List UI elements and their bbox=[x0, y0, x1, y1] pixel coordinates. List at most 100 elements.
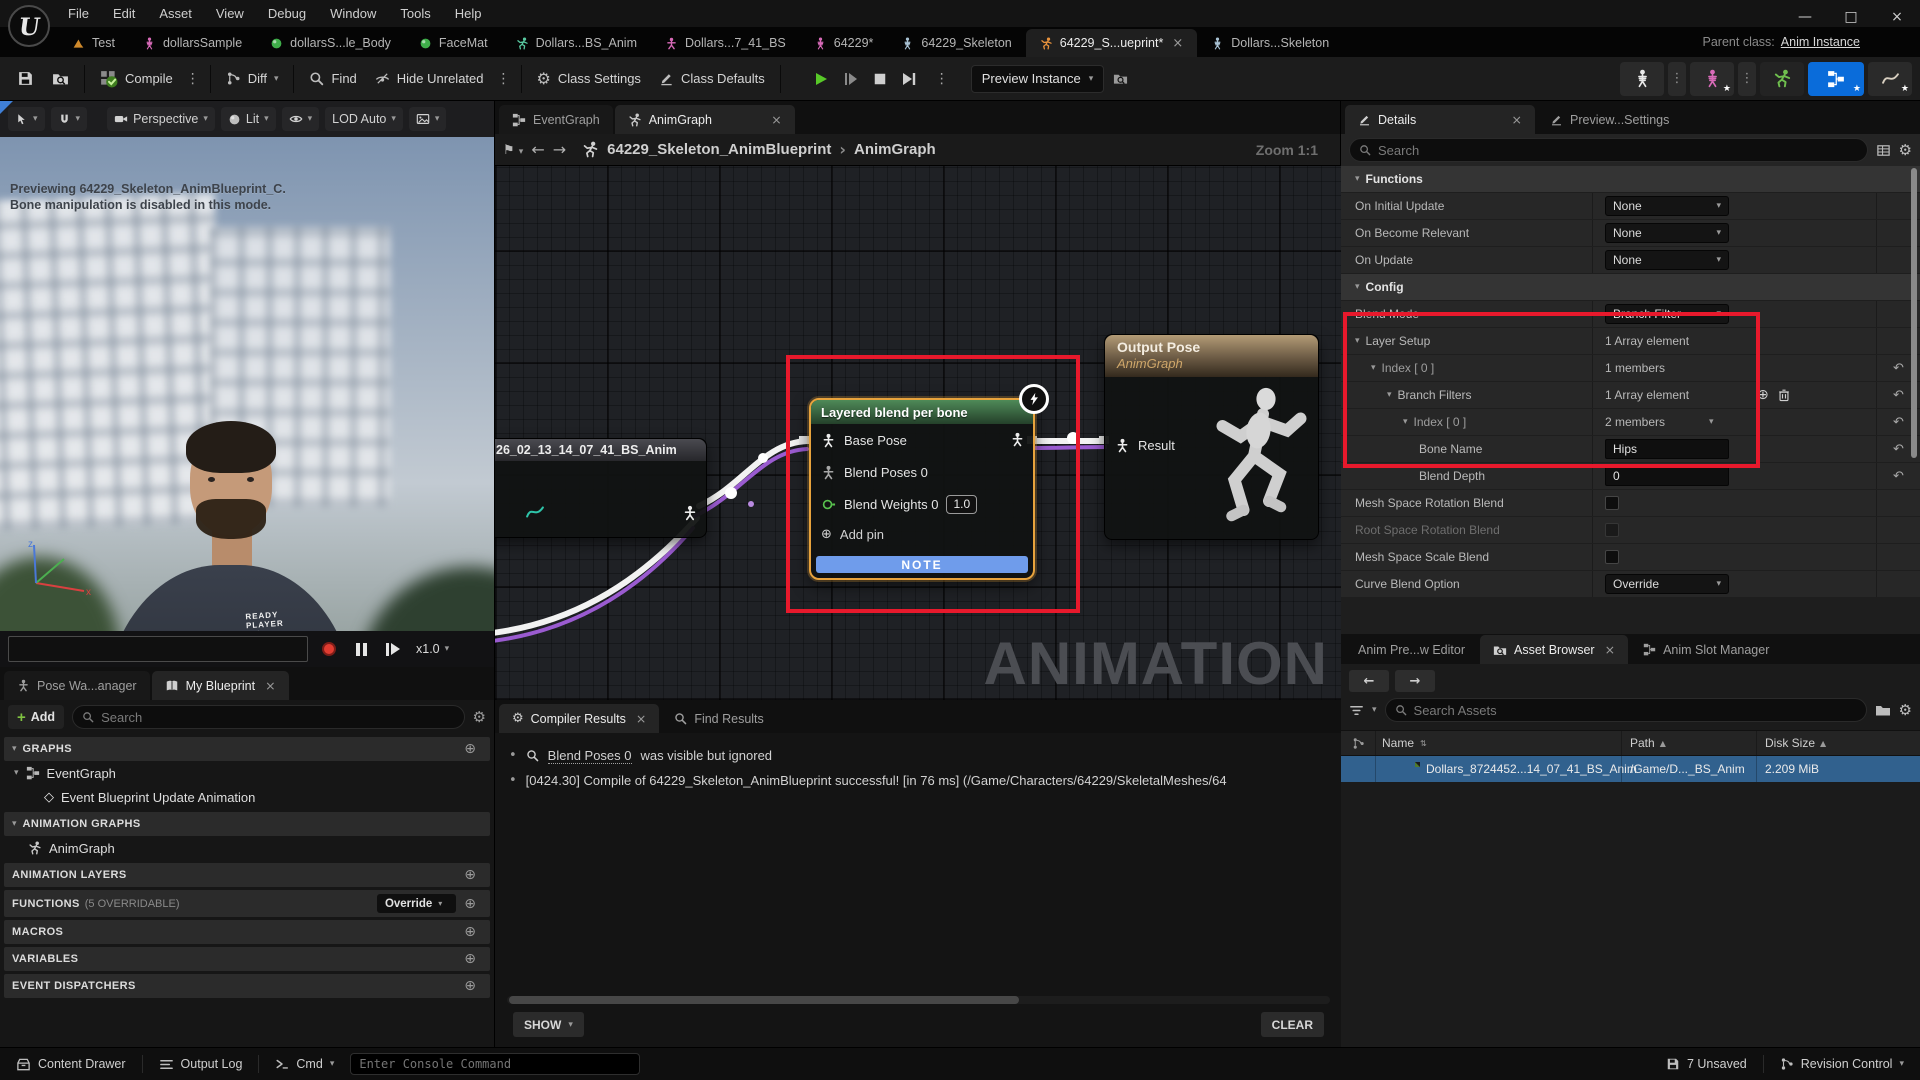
tab-preview-settings[interactable]: Preview...Settings bbox=[1537, 105, 1682, 134]
blend-weight-input-pin[interactable] bbox=[821, 497, 836, 512]
close-icon[interactable]: × bbox=[1172, 36, 1183, 51]
play-button[interactable] bbox=[813, 71, 829, 87]
tab-find-results[interactable]: Find Results bbox=[661, 704, 776, 733]
simulation-options-button[interactable]: ⋮ bbox=[931, 71, 953, 87]
tab-asset-browser[interactable]: Asset Browser × bbox=[1480, 635, 1628, 664]
tab-dollars-7-41-bs[interactable]: Dollars...7_41_BS bbox=[651, 29, 800, 57]
tab-eventgraph[interactable]: EventGraph bbox=[499, 105, 613, 134]
revision-control-button[interactable]: Revision Control ▾ bbox=[1774, 1057, 1910, 1071]
skeleton-shortcut-button[interactable] bbox=[1620, 62, 1664, 96]
display-mode-icon[interactable] bbox=[1876, 143, 1891, 158]
tab-details[interactable]: Details × bbox=[1345, 105, 1535, 134]
gear-icon[interactable]: ⚙ bbox=[473, 708, 486, 726]
section-animation-layers[interactable]: ANIMATION LAYERS ⊕ bbox=[4, 863, 490, 887]
camera-mode-dropdown[interactable]: Perspective ▾ bbox=[107, 107, 215, 131]
tab-test[interactable]: Test bbox=[58, 29, 129, 57]
section-event-dispatchers[interactable]: EVENT DISPATCHERS ⊕ bbox=[4, 974, 490, 998]
vertical-scrollbar[interactable] bbox=[1911, 168, 1917, 458]
viewport-tool-select-button[interactable]: ▾ bbox=[8, 107, 45, 131]
add-macro-button[interactable]: ⊕ bbox=[464, 924, 476, 940]
bookmark-dropdown[interactable]: ⚑ ▾ bbox=[503, 142, 523, 158]
cmd-dropdown[interactable]: Cmd ▾ bbox=[269, 1057, 340, 1071]
hide-unrelated-button[interactable]: Hide Unrelated bbox=[366, 63, 493, 95]
viewport-scene[interactable]: READY PLAYER ME Previewing 64229_Skeleto… bbox=[0, 137, 494, 631]
blend-mode-dropdown[interactable]: Branch Filter▾ bbox=[1605, 304, 1729, 324]
on-update-dropdown[interactable]: None▾ bbox=[1605, 250, 1729, 270]
node-output-pose[interactable]: Output Pose AnimGraph Result bbox=[1104, 334, 1319, 540]
gear-icon[interactable]: ⚙ bbox=[1899, 141, 1912, 159]
class-defaults-button[interactable]: Class Defaults bbox=[650, 63, 774, 95]
maximize-button[interactable]: □ bbox=[1828, 0, 1874, 34]
unsaved-assets-button[interactable]: 7 Unsaved bbox=[1660, 1057, 1753, 1071]
node-anim-sequence-player[interactable]: 26_02_13_14_07_41_BS_Anim bbox=[495, 438, 707, 538]
menu-view[interactable]: View bbox=[206, 0, 254, 27]
tab-64229[interactable]: 64229* bbox=[800, 29, 888, 57]
add-function-button[interactable]: ⊕ bbox=[464, 896, 476, 912]
animation-shortcut-button[interactable] bbox=[1760, 62, 1804, 96]
message-link[interactable]: Blend Poses 0 bbox=[548, 748, 632, 764]
console-command-input[interactable] bbox=[350, 1053, 640, 1075]
item-eventgraph[interactable]: ▾ EventGraph bbox=[0, 761, 494, 785]
browser-forward-button[interactable]: → bbox=[1395, 670, 1435, 692]
tab-compiler-results[interactable]: ⚙ Compiler Results × bbox=[499, 704, 659, 733]
close-icon[interactable]: × bbox=[636, 711, 646, 726]
close-button[interactable]: × bbox=[1874, 0, 1920, 34]
record-button[interactable] bbox=[318, 638, 340, 660]
tab-64229-skeleton[interactable]: 64229_Skeleton bbox=[887, 29, 1025, 57]
viewport-snap-button[interactable]: ▾ bbox=[51, 107, 88, 131]
save-button[interactable] bbox=[8, 63, 43, 95]
tab-dollars-body[interactable]: dollarsS...le_Body bbox=[256, 29, 405, 57]
tab-pose-watch-manager[interactable]: Pose Wa...anager bbox=[4, 671, 150, 700]
output-log-button[interactable]: Output Log bbox=[153, 1057, 249, 1072]
add-button[interactable]: +Add bbox=[8, 705, 64, 729]
section-macros[interactable]: MACROS ⊕ bbox=[4, 920, 490, 944]
menu-help[interactable]: Help bbox=[445, 0, 492, 27]
compile-options-button[interactable]: ⋮ bbox=[182, 71, 204, 87]
pose-watch-badge[interactable] bbox=[1019, 384, 1049, 414]
tab-dollars-bs-anim[interactable]: Dollars...BS_Anim bbox=[502, 29, 651, 57]
section-variables[interactable]: VARIABLES ⊕ bbox=[4, 947, 490, 971]
filter-icon[interactable] bbox=[1349, 703, 1364, 718]
pause-button[interactable] bbox=[350, 638, 372, 660]
node-layered-blend-per-bone[interactable]: Layered blend per bone Base Pose Blend P… bbox=[809, 398, 1035, 580]
content-drawer-button[interactable]: Content Drawer bbox=[10, 1057, 132, 1072]
column-name[interactable]: Name⇅ bbox=[1375, 731, 1621, 755]
item-event-blueprint-update-animation[interactable]: ◇ Event Blueprint Update Animation bbox=[0, 785, 494, 809]
breadcrumb-root[interactable]: 64229_Skeleton_AnimBlueprint bbox=[607, 141, 831, 158]
diff-button[interactable]: Diff ▾ bbox=[217, 63, 288, 95]
step-frame-button[interactable] bbox=[382, 638, 404, 660]
menu-file[interactable]: File bbox=[58, 0, 99, 27]
chevron-down-icon[interactable]: ▾ bbox=[1709, 417, 1714, 427]
anim-blueprint-shortcut-button[interactable]: ★ bbox=[1808, 62, 1864, 96]
find-button[interactable]: Find bbox=[300, 63, 365, 95]
section-graphs[interactable]: ▾ GRAPHS ⊕ bbox=[4, 737, 490, 761]
close-icon[interactable]: × bbox=[771, 112, 781, 127]
hide-unrelated-options-button[interactable]: ⋮ bbox=[493, 71, 515, 87]
add-pin-button[interactable]: ⊕ Add pin bbox=[811, 520, 1033, 548]
skeleton-options-button[interactable]: ⋮ bbox=[1668, 62, 1686, 96]
on-become-relevant-dropdown[interactable]: None▾ bbox=[1605, 223, 1729, 243]
add-animation-layer-button[interactable]: ⊕ bbox=[464, 867, 476, 883]
pose-output-pin[interactable] bbox=[1010, 432, 1025, 447]
blend-pose-input-pin[interactable] bbox=[821, 465, 836, 480]
skip-button[interactable] bbox=[901, 71, 917, 87]
clear-button[interactable]: CLEAR bbox=[1261, 1012, 1324, 1037]
compile-button[interactable]: Compile bbox=[91, 63, 182, 95]
browser-back-button[interactable]: ← bbox=[1349, 670, 1389, 692]
asset-row-selected[interactable]: Dollars_8724452...14_07_41_BS_Anim /Game… bbox=[1341, 756, 1920, 782]
nav-back-button[interactable]: ← bbox=[531, 140, 544, 159]
close-icon[interactable]: × bbox=[1605, 642, 1615, 657]
add-graph-button[interactable]: ⊕ bbox=[464, 741, 476, 757]
playback-speed-dropdown[interactable]: x1.0 ▾ bbox=[416, 642, 449, 656]
details-search-input[interactable]: Search bbox=[1349, 138, 1868, 162]
delete-element-button[interactable] bbox=[1777, 388, 1791, 402]
scrollbar-thumb[interactable] bbox=[509, 996, 1019, 1004]
add-element-button[interactable]: ⊕ bbox=[1757, 387, 1769, 403]
nav-forward-button[interactable]: → bbox=[553, 140, 566, 159]
screenshot-dropdown[interactable]: ▾ bbox=[409, 107, 447, 131]
lod-dropdown[interactable]: LOD Auto▾ bbox=[325, 107, 403, 131]
minimize-button[interactable]: — bbox=[1782, 0, 1828, 34]
blend-weight-value[interactable]: 1.0 bbox=[946, 495, 977, 514]
revert-button[interactable]: ↶ bbox=[1876, 463, 1920, 489]
viewport-text-field[interactable] bbox=[8, 636, 308, 662]
